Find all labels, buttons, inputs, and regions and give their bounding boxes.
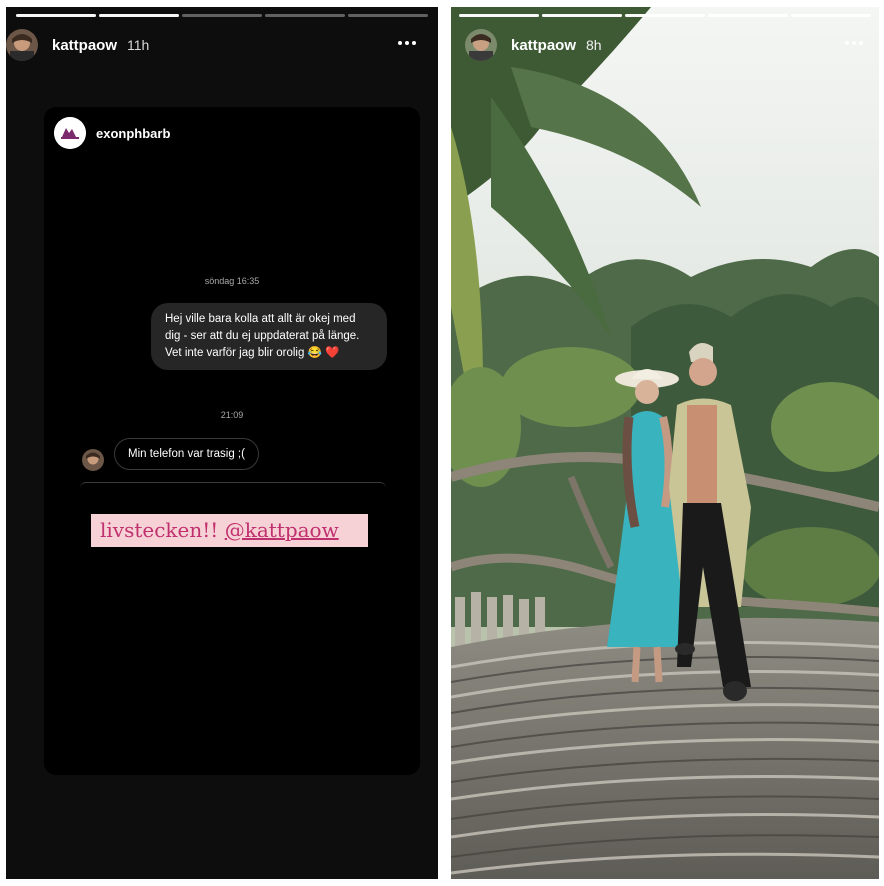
dm-timestamp: söndag 16:35 [204,276,260,286]
story-header: kattpaow 8h [451,27,879,63]
avatar[interactable] [465,29,497,61]
incoming-message: Min telefon var trasig ;( [114,438,259,470]
dm-header: exonphbarb [54,117,170,149]
story-header: kattpaow 11h [6,27,438,63]
sticker-text: livstecken!! [100,518,219,542]
mention-link[interactable]: @kattpaow [225,518,339,542]
story-username[interactable]: kattpaow [52,37,117,54]
story-photo [451,7,879,879]
story-time: 11h [127,37,150,53]
dm-timestamp: 21:09 [220,410,244,420]
dm-avatar [54,117,86,149]
cropped-bubble-edge [80,482,386,488]
text-sticker: livstecken!! @kattpaow [91,514,368,547]
story-time: 8h [586,37,602,53]
dm-sender-name: exonphbarb [96,125,171,141]
outgoing-message: Hej ville bara kolla att allt är okej me… [151,303,387,370]
right-story[interactable]: kattpaow 8h [451,7,879,879]
more-horizontal-icon[interactable] [398,41,416,45]
left-story[interactable]: kattpaow 11h exonphbarb söndag 16:35 Hej… [6,7,438,879]
avatar [82,449,104,471]
avatar[interactable] [6,29,38,61]
more-horizontal-icon[interactable] [845,41,863,45]
incoming-message-row: Min telefon var trasig ;( [82,437,259,471]
story-progress-bar [16,14,428,17]
story-username[interactable]: kattpaow [511,37,576,54]
story-progress-bar [459,14,871,17]
dm-screenshot: exonphbarb söndag 16:35 Hej ville bara k… [44,107,420,775]
